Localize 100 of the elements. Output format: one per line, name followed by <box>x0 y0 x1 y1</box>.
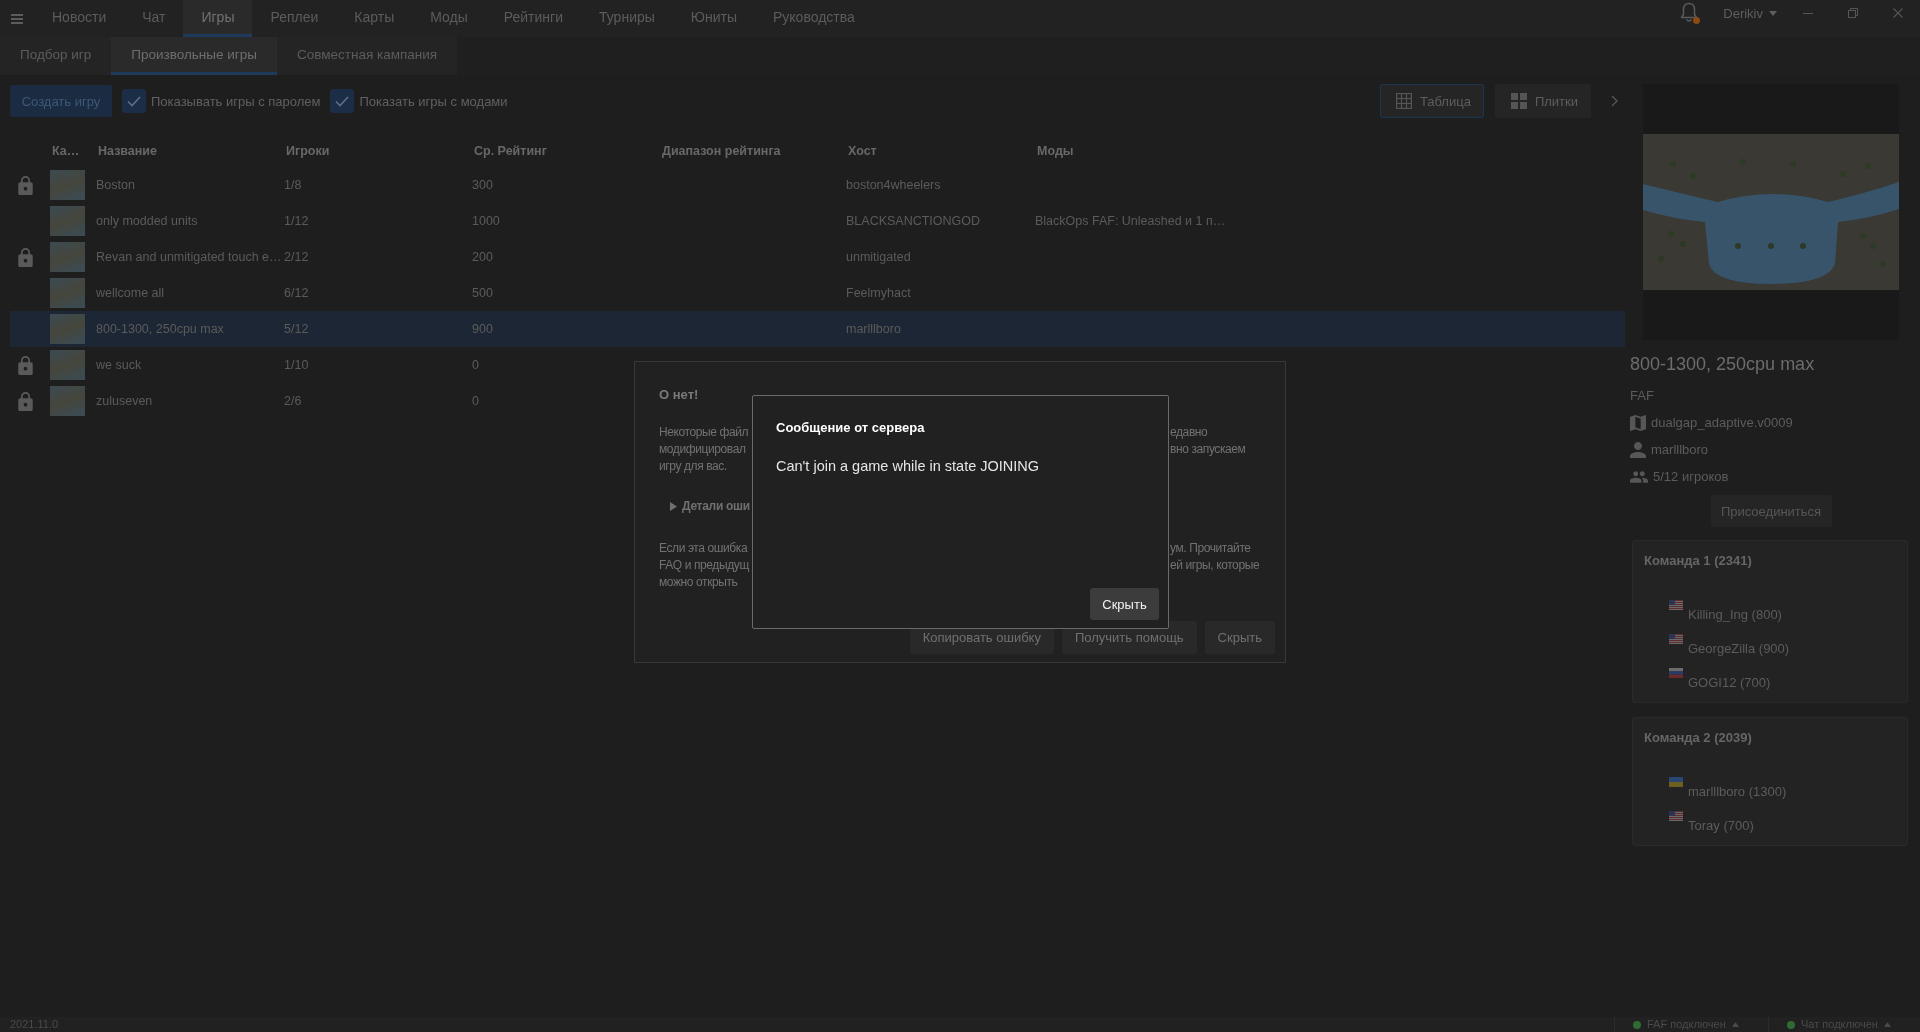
dialog-text: можно открыть <box>659 574 738 591</box>
striped-flag-icon <box>1669 634 1683 644</box>
nav-tab[interactable]: Моды <box>412 0 486 37</box>
column-header[interactable]: Ка… <box>50 144 80 158</box>
players-cell: 5/12 <box>284 322 309 336</box>
map-thumbnail <box>50 206 85 236</box>
dialog-text: ум. Прочитайте <box>1170 540 1251 557</box>
dialog-text: едавно <box>1170 424 1208 441</box>
rating-cell: 0 <box>472 358 479 372</box>
host-cell: Feelmyhact <box>846 286 911 300</box>
map-thumbnail <box>50 278 85 308</box>
map-thumbnail <box>50 170 85 200</box>
player-name: Killing_Ing (800) <box>1688 607 1782 622</box>
dialog-text: Если эта ошибка <box>659 540 748 557</box>
column-header[interactable]: Диапазон рейтинга <box>660 144 781 158</box>
nav-tab[interactable]: Новости <box>34 0 125 37</box>
striped-flag-icon <box>1669 811 1683 821</box>
column-header[interactable]: Моды <box>1035 144 1074 158</box>
host-cell: marlllboro <box>846 322 901 336</box>
host-cell: boston4wheelers <box>846 178 941 192</box>
nav-tab[interactable]: Турниры <box>581 0 673 37</box>
featured-mod-text: FAF <box>1630 388 1654 403</box>
person-icon <box>1630 441 1646 458</box>
game-title: 800-1300, 250cpu max <box>1630 353 1815 375</box>
dialog-button[interactable]: Скрыть <box>1204 621 1275 654</box>
nav-tab[interactable]: Реплеи <box>252 0 337 37</box>
rating-cell: 200 <box>472 250 493 264</box>
game-name-cell[interactable]: we suck <box>96 358 142 372</box>
mods-cell: BlackOps FAF: Unleashed и 1 п… <box>1035 214 1226 228</box>
player-count-text: 5/12 игроков <box>1653 469 1729 484</box>
menu-icon <box>11 13 23 24</box>
checkmark-icon <box>335 95 350 107</box>
selected-game-row[interactable]: 800-1300, 250cpu max 5/12 900 marlllboro <box>10 311 1625 347</box>
checkbox-label[interactable]: Показать игры с модами <box>359 93 508 109</box>
sub-tab[interactable]: Произвольные игры <box>111 37 277 75</box>
dialog-text: Некоторые файл <box>659 424 749 441</box>
close-icon <box>1892 8 1903 18</box>
nav-tab[interactable]: Юниты <box>672 0 755 37</box>
players-cell: 1/10 <box>284 358 309 372</box>
caret-up-icon <box>1883 1022 1891 1027</box>
player-name: GOGI12 (700) <box>1688 675 1771 690</box>
column-header[interactable]: Ср. Рейтинг <box>472 144 547 158</box>
nav-tab[interactable]: Чат <box>124 0 184 37</box>
rating-cell: 500 <box>472 286 493 300</box>
hide-button[interactable]: Скрыть <box>1090 588 1159 620</box>
tiles-icon <box>1510 93 1527 109</box>
host-name-text: marlllboro <box>1651 442 1709 457</box>
nav-tab[interactable]: Карты <box>336 0 413 37</box>
map-name-text: dualgap_adaptive.v0009 <box>1651 415 1793 430</box>
nav-tab[interactable]: Игры <box>183 0 253 37</box>
sub-tab[interactable]: Совместная кампания <box>276 37 458 75</box>
dialog-text: ей игры, которые <box>1170 557 1260 574</box>
game-name-cell[interactable]: wellcome all <box>96 286 165 300</box>
nav-tab[interactable]: Руководства <box>755 0 873 37</box>
people-icon <box>1630 470 1648 483</box>
bicolor-flag-icon <box>1669 777 1683 787</box>
user-menu-button[interactable]: Derikiv <box>1723 5 1785 21</box>
striped-flag-icon <box>1669 600 1683 610</box>
dialog-title: Сообщение от сервера <box>776 420 925 436</box>
host-cell: BLACKSANCTIONGOD <box>846 214 981 228</box>
sub-tab[interactable]: Подбор игр <box>0 37 112 75</box>
view-toggle-button[interactable]: Таблица <box>1379 84 1484 118</box>
column-header[interactable]: Игроки <box>284 144 330 158</box>
view-toggle-button[interactable]: Плитки <box>1494 84 1591 118</box>
game-name-cell[interactable]: zuluseven <box>96 394 153 408</box>
host-cell: unmitigated <box>846 250 911 264</box>
dialog-message: Can't join a game while in state JOINING <box>776 457 1040 475</box>
dialog-text: FAQ и предыдущ <box>659 557 749 574</box>
caret-down-icon <box>1769 10 1777 16</box>
details-toggle[interactable]: Детали оши <box>670 498 750 515</box>
checkbox[interactable] <box>330 89 355 113</box>
game-name-cell[interactable]: 800-1300, 250cpu max <box>96 322 224 336</box>
checkmark-icon <box>127 95 141 107</box>
map-thumbnail <box>50 242 85 272</box>
game-name-cell[interactable]: Boston <box>96 178 135 192</box>
nav-tab[interactable]: Рейтинги <box>485 0 581 37</box>
table-grid-icon <box>1395 93 1412 109</box>
column-header[interactable]: Хост <box>846 144 877 158</box>
checkbox-label[interactable]: Показывать игры с паролем <box>151 93 321 109</box>
player-name: marlllboro (1300) <box>1688 784 1787 799</box>
game-name-cell[interactable]: Revan and unmitigated touch e… <box>96 250 282 264</box>
players-cell: 2/6 <box>284 394 302 408</box>
caret-up-icon <box>1731 1022 1739 1027</box>
player-name: GeorgeZilla (900) <box>1688 641 1790 656</box>
dialog-text: вно запускаем <box>1170 441 1246 458</box>
players-cell: 2/12 <box>284 250 309 264</box>
minimize-icon <box>1802 12 1813 14</box>
map-thumbnail <box>50 314 85 344</box>
dialog-text: модифицировал <box>659 441 746 458</box>
bell-icon <box>1680 2 1699 23</box>
game-name-cell[interactable]: only modded units <box>96 214 198 228</box>
checkbox[interactable] <box>122 89 146 113</box>
team-title: Команда 1 (2341) <box>1644 553 1752 569</box>
dialog-title: О нет! <box>659 387 699 403</box>
map-thumbnail <box>50 350 85 380</box>
team-title: Команда 2 (2039) <box>1644 730 1752 746</box>
dialog-text: игру для вас. <box>659 458 727 475</box>
chevron-right-icon <box>1610 95 1618 107</box>
column-header[interactable]: Название <box>96 144 157 158</box>
tricolor-flag-icon <box>1669 668 1683 678</box>
